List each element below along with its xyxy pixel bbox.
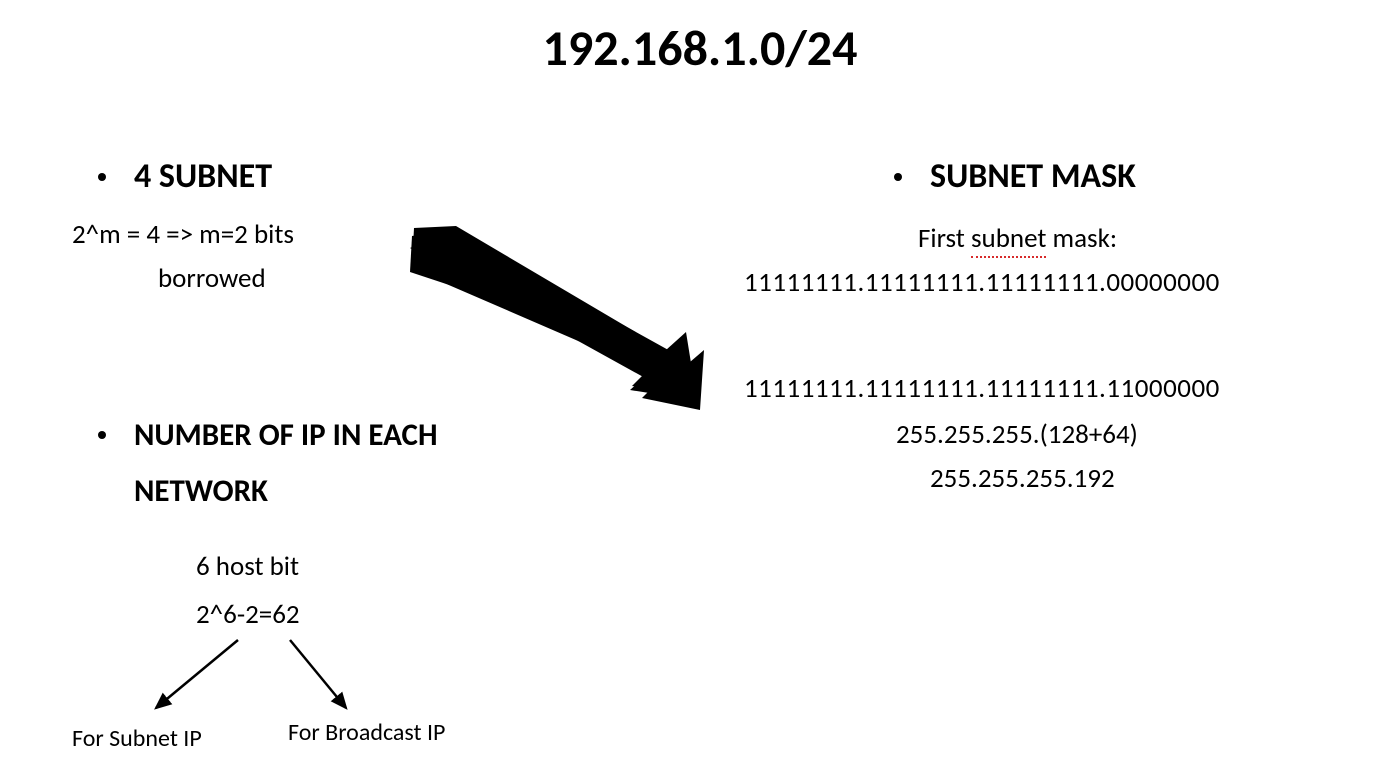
mask-decimal-sum: 255.255.255.(128+64)	[896, 418, 1138, 451]
host-bit-text: 6 host bit	[196, 550, 299, 583]
branch-right-label: For Broadcast IP	[288, 718, 445, 747]
bullet-dot-icon	[98, 173, 106, 181]
mask-binary-1: 11111111.11111111.11111111.00000000	[744, 266, 1220, 299]
heading-ip-count-line2-wrap: NETWORK	[134, 472, 268, 510]
first-mask-pre: First	[918, 222, 971, 255]
bullet-ip-count: NUMBER OF IP IN EACH	[98, 416, 438, 454]
first-mask-mid: subnet	[971, 222, 1046, 258]
heading-subnet-mask: SUBNET MASK	[930, 156, 1136, 197]
bullet-dot-icon	[894, 173, 902, 181]
first-mask-post: mask:	[1046, 222, 1117, 255]
branch-left-label: For Subnet IP	[72, 724, 202, 753]
bullet-4-subnet: 4 SUBNET	[98, 156, 272, 197]
heading-ip-count-line2: NETWORK	[134, 472, 268, 510]
host-calc-text: 2^6-2=62	[196, 598, 300, 631]
branch-arrows-icon	[120, 636, 380, 726]
first-mask-label: First subnet mask:	[918, 222, 1117, 255]
page-title: 192.168.1.0/24	[0, 18, 1400, 79]
subnet-calc-line1: 2^m = 4 => m=2 bits	[72, 218, 294, 251]
subnet-calc-line2: borrowed	[158, 262, 266, 295]
big-arrow-icon	[390, 226, 710, 426]
bullet-subnet-mask: SUBNET MASK	[894, 156, 1136, 197]
mask-binary-2: 11111111.11111111.11111111.11000000	[744, 372, 1220, 405]
bullet-dot-icon	[98, 431, 106, 439]
heading-4-subnet: 4 SUBNET	[134, 156, 272, 197]
mask-decimal: 255.255.255.192	[930, 462, 1115, 495]
